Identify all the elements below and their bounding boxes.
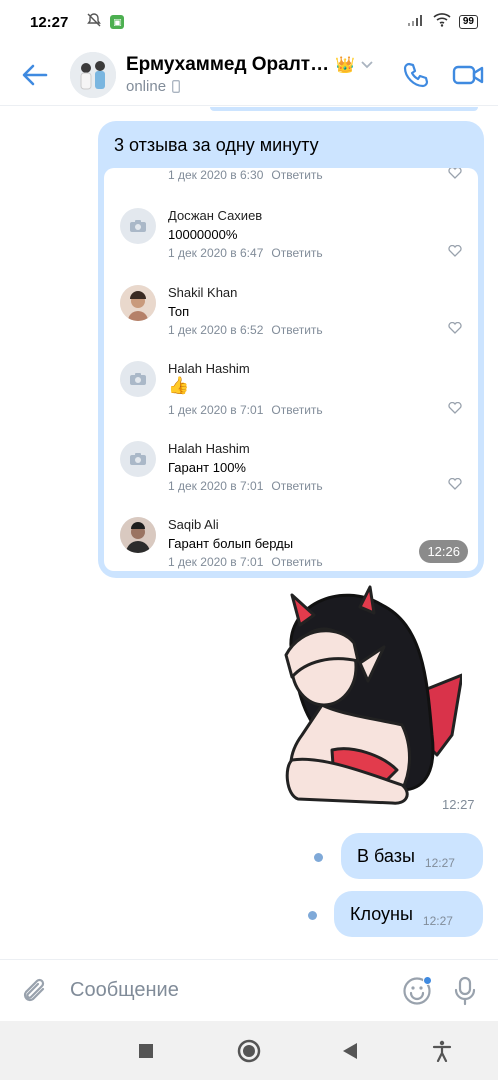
accessibility-icon	[432, 1040, 452, 1062]
contact-name[interactable]: Ермухаммед Оралт… 👑	[126, 54, 373, 76]
system-navigation-bar	[0, 1021, 498, 1080]
contact-status: online	[126, 78, 167, 95]
review-author: Halah Hashim	[168, 441, 250, 456]
review-author: Досжан Сахиев	[168, 208, 263, 223]
arrow-left-icon	[22, 64, 48, 85]
review-text: Гарант 100%	[168, 460, 246, 475]
review-author: Shakil Khan	[168, 285, 238, 300]
reviews-message-bubble[interactable]: 3 отзыва за одну минуту 1 дек 2020 в 6:3…	[98, 121, 484, 578]
review-item: Halah Hashim 👍 1 дек 2020 в 7:01 Ответить	[104, 355, 478, 433]
contact-avatar[interactable]	[70, 51, 116, 98]
review-date: 1 дек 2020 в 6:47	[168, 246, 264, 260]
mute-icon	[86, 12, 102, 32]
review-reply: Ответить	[271, 555, 323, 569]
unread-indicator	[314, 853, 323, 862]
user-photo-avatar	[120, 517, 156, 553]
review-text: 10000000%	[168, 227, 238, 242]
message-time: 12:27	[422, 914, 453, 928]
review-date: 1 дек 2020 в 7:01	[168, 479, 264, 493]
review-item: Saqib Ali Гарант болып берды 1 дек 2020 …	[104, 511, 478, 571]
home-button[interactable]	[219, 1021, 279, 1080]
microphone-icon[interactable]	[454, 976, 476, 1006]
message-input[interactable]: Сообщение	[70, 979, 402, 1002]
recent-apps-button[interactable]	[116, 1021, 176, 1080]
signal-icon	[407, 13, 425, 31]
message-bubble[interactable]: В базы 12:27	[341, 833, 483, 879]
crown-icon: 👑	[335, 57, 356, 74]
message-time: 12:27	[424, 856, 455, 870]
devil-girl-sticker[interactable]	[262, 585, 464, 807]
review-reply: Ответить	[271, 403, 323, 417]
review-text: Топ	[168, 304, 190, 319]
review-text: 👍	[168, 376, 190, 395]
battery-indicator: 99	[458, 15, 478, 29]
review-date: 1 дек 2020 в 7:01	[168, 403, 264, 417]
previous-message-bubble	[210, 107, 478, 111]
heart-icon	[448, 402, 462, 414]
heart-icon	[448, 322, 462, 334]
camera-icon	[120, 361, 156, 397]
review-reply: Ответить	[271, 479, 323, 493]
message-text: В базы	[357, 845, 415, 866]
triangle-back-icon	[343, 1042, 357, 1059]
attach-icon[interactable]	[22, 977, 48, 1005]
video-call-icon[interactable]	[452, 63, 484, 87]
accessibility-button[interactable]	[412, 1021, 472, 1080]
mobile-icon	[172, 80, 180, 93]
emoji-button[interactable]	[402, 975, 432, 1006]
app-notification-icon: ▣	[110, 15, 125, 29]
notification-dot	[423, 975, 432, 985]
circle-icon	[237, 1039, 261, 1062]
square-icon	[139, 1043, 153, 1058]
review-reply: Ответить	[271, 323, 323, 337]
review-item: Shakil Khan Топ 1 дек 2020 в 6:52 Ответит…	[104, 279, 478, 357]
heart-icon	[448, 478, 462, 490]
chevron-down-icon[interactable]	[361, 61, 373, 69]
message-list[interactable]: 3 отзыва за одну минуту 1 дек 2020 в 6:3…	[0, 107, 498, 959]
review-date: 1 дек 2020 в 6:52	[168, 323, 264, 337]
message-time: 12:26	[419, 540, 468, 563]
back-nav-button[interactable]	[320, 1021, 380, 1080]
review-date: 1 дек 2020 в 7:01	[168, 555, 264, 569]
review-item: Досжан Сахиев 10000000% 1 дек 2020 в 6:4…	[104, 202, 478, 280]
review-text: Гарант болып берды	[168, 536, 294, 551]
review-author: Halah Hashim	[168, 361, 250, 376]
status-bar: 12:27 ▣ 99	[0, 0, 498, 44]
review-author: Saqib Ali	[168, 517, 219, 532]
sticker-time: 12:27	[442, 797, 475, 812]
back-button[interactable]	[0, 44, 70, 106]
message-bubble[interactable]: Клоуны 12:27	[334, 891, 483, 937]
camera-icon	[120, 441, 156, 477]
review-reply: Ответить	[271, 246, 323, 260]
message-text: 3 отзыва за одну минуту	[114, 135, 319, 155]
chat-header: Ермухаммед Оралт… 👑 online	[0, 44, 498, 106]
attached-screenshot[interactable]: 1 дек 2020 в 6:30 Ответить Досжан Сахиев …	[104, 168, 478, 571]
camera-icon	[120, 208, 156, 244]
review-item: Halah Hashim Гарант 100% 1 дек 2020 в 7:…	[104, 435, 478, 513]
message-composer: Сообщение	[0, 959, 498, 1021]
status-time: 12:27	[30, 13, 69, 31]
phone-icon[interactable]	[402, 61, 430, 89]
review-item: 1 дек 2020 в 6:30 Ответить	[104, 168, 478, 202]
wifi-icon	[433, 13, 451, 31]
heart-icon	[448, 245, 462, 257]
heart-icon	[448, 168, 462, 179]
unread-indicator	[308, 911, 317, 920]
message-text: Клоуны	[350, 903, 413, 924]
user-photo-avatar	[120, 285, 156, 321]
